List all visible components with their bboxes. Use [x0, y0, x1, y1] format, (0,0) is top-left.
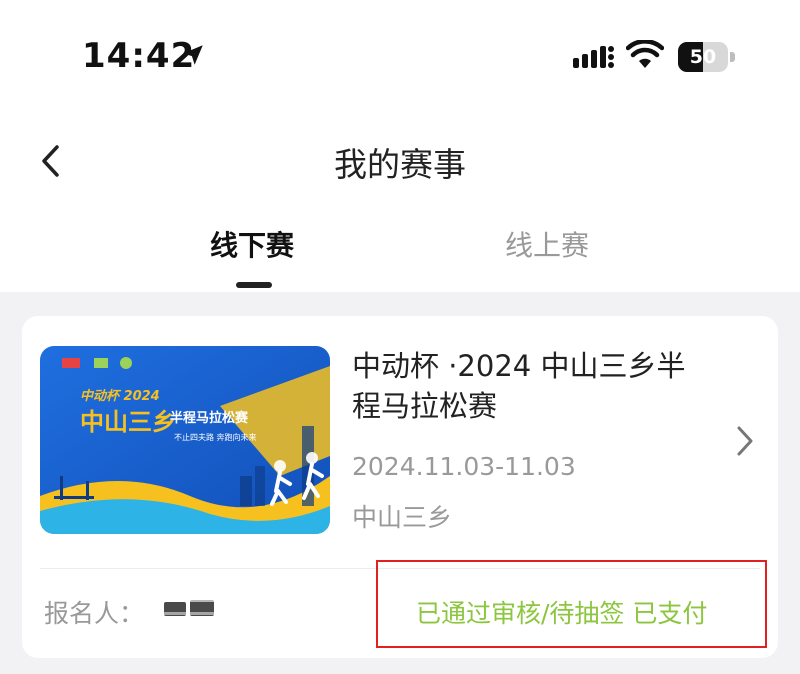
banner-race-name: 半程马拉松赛	[170, 410, 249, 426]
registrant-name-redacted	[162, 598, 220, 616]
tab-bar: 线下赛 线上赛	[0, 210, 800, 292]
navigation-bar: 我的赛事	[0, 110, 800, 210]
battery-icon: 50	[678, 42, 736, 72]
location-arrow-icon	[183, 45, 203, 65]
status-time: 14:42	[82, 36, 196, 76]
event-date: 2024.11.03-11.03	[352, 452, 576, 481]
wifi-icon	[626, 40, 664, 68]
tab-online-races[interactable]: 线上赛	[447, 224, 647, 264]
event-location: 中山三乡	[352, 503, 453, 532]
tab-offline-races[interactable]: 线下赛	[152, 224, 352, 264]
active-tab-indicator	[236, 282, 272, 288]
banner-slogan: 不止四夫路 奔跑向未来	[174, 432, 257, 442]
page-title: 我的赛事	[334, 145, 466, 184]
event-banner-image: 中动杯 2024 中山三乡 半程马拉松赛 不止四夫路 奔跑向未来	[40, 346, 330, 534]
battery-level: 50	[689, 46, 717, 68]
registrant-label: 报名人：	[44, 599, 145, 628]
event-title: 中动杯 ·2024 中山三乡半程马拉松赛	[352, 349, 686, 423]
cellular-signal-icon	[573, 46, 614, 68]
banner-city: 中山三乡	[80, 407, 176, 436]
status-highlight-box	[376, 560, 767, 648]
status-bar: 14:42 50	[0, 0, 800, 110]
chevron-right-icon[interactable]	[734, 424, 756, 458]
event-card[interactable]: 中动杯 2024 中山三乡 半程马拉松赛 不止四夫路 奔跑向未来 中动杯 ·20…	[22, 316, 778, 658]
banner-brand-line: 中动杯 2024	[80, 388, 160, 404]
